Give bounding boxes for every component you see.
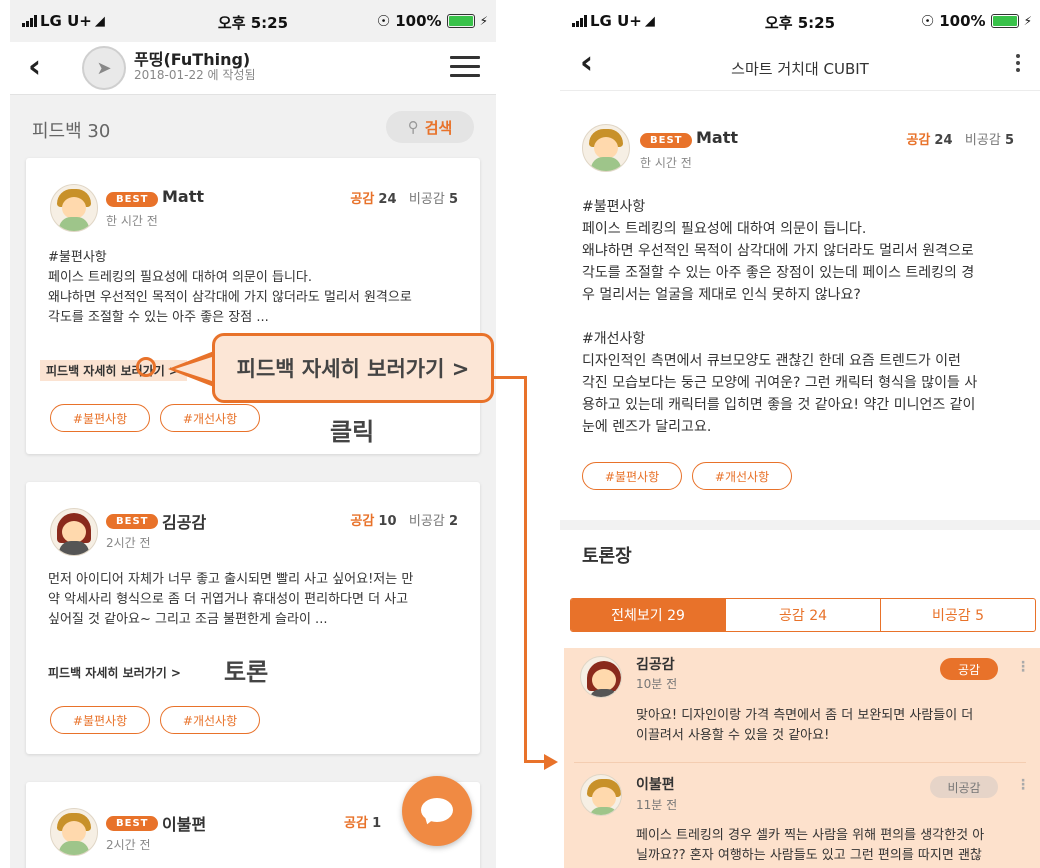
back-icon[interactable]: ‹ — [28, 50, 41, 82]
tag-inconvenience[interactable]: #불편사항 — [50, 404, 150, 432]
post-time: 2시간 전 — [106, 838, 151, 852]
post-time: 한 시간 전 — [640, 156, 692, 170]
best-badge: BEST — [106, 514, 159, 529]
best-badge: BEST — [106, 192, 159, 207]
charging-icon: ⚡ — [1023, 14, 1032, 28]
comment-author: 김공감 — [636, 657, 675, 673]
tab-agree[interactable]: 공감 24 — [726, 599, 881, 631]
connector-line — [524, 376, 527, 762]
connector-arrow-icon — [544, 754, 558, 770]
tag-improvement[interactable]: #개선사항 — [160, 706, 260, 734]
best-badge: BEST — [640, 133, 693, 148]
comment-time: 10분 전 — [636, 677, 678, 691]
post-time: 2시간 전 — [106, 536, 151, 550]
status-bar: LG U+ ◢ 오후 5:25 ☉ 100% ⚡ — [560, 0, 1040, 42]
vote-counts: 공감 1 — [344, 816, 382, 831]
stance-badge: 공감 — [940, 658, 998, 680]
author-name: 이불편 — [162, 815, 207, 834]
callout-detail-link: 피드백 자세히 보러가기 > — [212, 333, 494, 403]
app-bar: ‹ 스마트 거치대 CUBIT — [560, 42, 1040, 91]
author-name: Matt — [162, 187, 205, 206]
tab-disagree[interactable]: 비공감 5 — [881, 599, 1035, 631]
search-button[interactable]: ⚲ 검색 — [386, 111, 474, 143]
more-icon[interactable]: ⋮ — [1016, 778, 1030, 792]
stance-badge: 비공감 — [930, 776, 998, 798]
rotation-lock-icon: ☉ — [920, 12, 935, 30]
chat-fab-button[interactable] — [402, 776, 472, 846]
avatar — [50, 184, 98, 232]
tag-inconvenience[interactable]: #불편사항 — [50, 706, 150, 734]
avatar — [50, 508, 98, 556]
project-logo-icon: ➤ — [82, 46, 126, 90]
comment-body: 맞아요! 디자인이랑 가격 측면에서 좀 더 보완되면 사람들이 더 이끌려서 … — [636, 708, 974, 743]
section-divider — [560, 520, 1040, 530]
tag-inconvenience[interactable]: #불편사항 — [582, 462, 682, 490]
rotation-lock-icon: ☉ — [376, 12, 391, 30]
click-annotation: 클릭 — [330, 418, 375, 446]
more-icon[interactable] — [1016, 54, 1020, 75]
feedback-card[interactable]: BEST Matt 한 시간 전 공감 24 비공감 5 #불편사항 페이스 트… — [26, 158, 480, 454]
post-body: #불편사항 페이스 트레킹의 필요성에 대하여 의문이 듭니다. 왜냐하면 우선… — [48, 250, 412, 325]
avatar — [580, 656, 622, 698]
author-name: Matt — [696, 128, 739, 147]
avatar — [582, 124, 630, 172]
post-body-improvement: #개선사항 디자인적인 측면에서 큐브모양도 괜찮긴 한데 요즘 트렌드가 이런… — [582, 331, 978, 435]
connector-line — [524, 760, 546, 763]
avatar — [50, 808, 98, 856]
feedback-detail-link[interactable]: 피드백 자세히 보러가기 > — [40, 360, 187, 381]
discussion-title: 토론장 — [582, 546, 632, 567]
post-time: 한 시간 전 — [106, 214, 158, 228]
discussion-tabs: 전체보기 29 공감 24 비공감 5 — [570, 598, 1036, 632]
author-name: 김공감 — [162, 513, 207, 532]
vote-counts: 공감 24 비공감 5 — [906, 133, 1014, 148]
battery-label: 100% — [395, 12, 442, 30]
post-body: 먼저 아이디어 자체가 너무 좋고 출시되면 빨리 사고 싶어요!저는 만 약 … — [48, 572, 414, 627]
tag-improvement[interactable]: #개선사항 — [692, 462, 792, 490]
page-title: 스마트 거치대 CUBIT — [731, 60, 869, 78]
feedback-count-title: 피드백 30 — [32, 121, 111, 142]
comment-body: 페이스 트레킹의 경우 셀카 찍는 사람을 위해 편의를 생각한것 아 닐까요?… — [636, 828, 985, 863]
status-bar: LG U+ ◢ 오후 5:25 ☉ 100% ⚡ — [10, 0, 496, 42]
vote-counts: 공감 24 비공감 5 — [350, 192, 458, 207]
click-marker — [136, 357, 156, 377]
vote-counts: 공감 10 비공감 2 — [350, 514, 458, 529]
right-screen: LG U+ ◢ 오후 5:25 ☉ 100% ⚡ ‹ 스마트 거치대 CUBIT… — [560, 0, 1040, 868]
left-screen: LG U+ ◢ 오후 5:25 ☉ 100% ⚡ ‹ ➤ 푸띵(FuThing)… — [10, 0, 496, 868]
avatar — [580, 774, 622, 816]
menu-icon[interactable] — [450, 56, 480, 83]
connector-line — [494, 376, 526, 379]
comment-author: 이불편 — [636, 777, 675, 793]
charging-icon: ⚡ — [479, 14, 488, 28]
battery-label: 100% — [939, 12, 986, 30]
comment-time: 11분 전 — [636, 798, 678, 812]
tag-improvement[interactable]: #개선사항 — [160, 404, 260, 432]
feedback-header: 피드백 30 ⚲ 검색 — [10, 95, 496, 157]
tab-all[interactable]: 전체보기 29 — [571, 599, 726, 631]
discussion-annotation: 토론 — [224, 658, 269, 686]
best-badge: BEST — [106, 816, 159, 831]
project-date: 2018-01-22 에 작성됨 — [134, 68, 256, 82]
post-body: #불편사항 페이스 트레킹의 필요성에 대하여 의문이 듭니다. 왜냐하면 우선… — [582, 199, 975, 303]
feedback-card[interactable]: BEST 김공감 2시간 전 공감 10 비공감 2 먼저 아이디어 자체가 너… — [26, 482, 480, 754]
battery-icon — [990, 14, 1019, 28]
feedback-detail-link[interactable]: 피드백 자세히 보러가기 > — [48, 664, 181, 681]
app-bar: ‹ ➤ 푸띵(FuThing) 2018-01-22 에 작성됨 — [10, 42, 496, 95]
more-icon[interactable]: ⋮ — [1016, 660, 1030, 674]
battery-icon — [446, 14, 475, 28]
search-icon: ⚲ — [407, 118, 419, 136]
